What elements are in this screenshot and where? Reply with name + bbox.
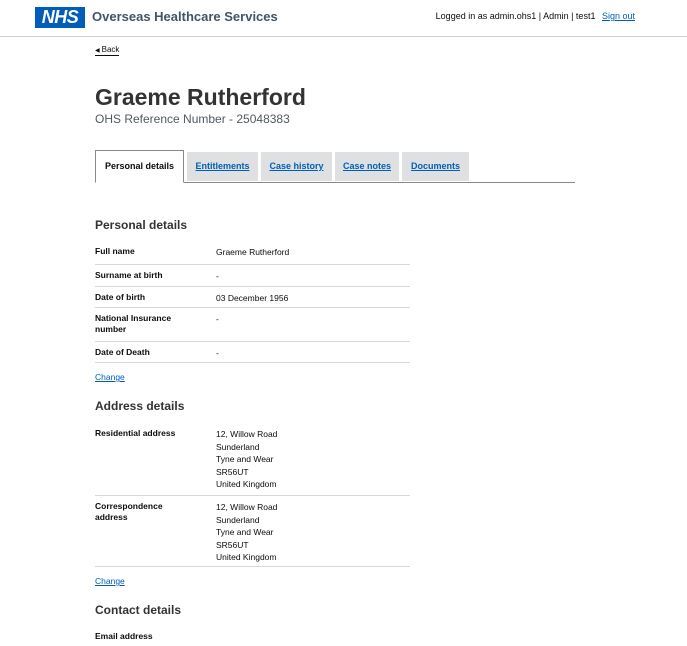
page-title: Graeme Rutherford [95,84,306,110]
row-key: Date of birth [95,292,146,302]
tab-link[interactable]: Documents [411,161,460,171]
row-value: 03 December 1956 [216,293,289,303]
personal-details-heading: Personal details [95,218,188,232]
summary-row-national-insurance: National Insurance number - [95,308,410,342]
contact-details-heading: Contact details [95,603,182,617]
back-link[interactable]: ◀ Back [95,45,120,56]
summary-row-correspondence-address: Correspondence address 12, Willow Road S… [95,496,410,567]
row-key: Correspondence address [95,501,163,522]
back-arrow-icon: ◀ [95,48,100,54]
tab-case-history[interactable]: Case history [261,152,332,181]
summary-row-email-address: Email address [95,626,410,646]
tab-bar: Personal details Entitlements Case histo… [95,150,575,183]
change-personal-details-link[interactable]: Change [95,372,125,382]
row-key: Residential address [95,428,176,438]
tab-case-notes[interactable]: Case notes [335,152,399,181]
row-value: - [216,348,219,358]
address-details-heading: Address details [95,399,185,413]
back-label: Back [101,45,120,54]
row-value: 12, Willow Road Sunderland Tyne and Wear… [216,502,278,563]
reference-number: OHS Reference Number - 25048383 [95,112,290,126]
summary-row-date-of-death: Date of Death - [95,342,410,363]
row-key: Email address [95,631,153,641]
summary-row-residential-address: Residential address 12, Willow Road Sund… [95,423,410,496]
tab-link[interactable]: Case notes [343,161,391,171]
user-info: Logged in as admin.ohs1 | Admin | test1 … [436,11,635,21]
tab-personal-details[interactable]: Personal details [95,150,184,183]
row-key: National Insurance number [95,313,172,334]
summary-row-full-name: Full name Graeme Rutherford [95,241,410,265]
service-name: Overseas Healthcare Services [92,9,278,24]
nhs-logo[interactable]: NHS [35,7,85,28]
row-key: Date of Death [95,347,150,357]
tab-link[interactable]: Case history [269,161,323,171]
row-key: Full name [95,246,135,256]
site-header: NHS Overseas Healthcare Services Logged … [0,0,687,37]
row-value: - [216,314,219,324]
row-key: Surname at birth [95,270,163,280]
tab-entitlements[interactable]: Entitlements [187,152,258,181]
tab-link[interactable]: Entitlements [195,161,249,171]
tab-documents[interactable]: Documents [402,152,469,181]
row-value: Graeme Rutherford [216,247,290,257]
summary-row-surname-at-birth: Surname at birth - [95,265,410,287]
change-address-details-link[interactable]: Change [95,576,125,586]
tab-label: Personal details [104,161,175,171]
row-value: 12, Willow Road Sunderland Tyne and Wear… [216,429,278,490]
row-value: - [216,271,219,281]
summary-row-date-of-birth: Date of birth 03 December 1956 [95,287,410,308]
sign-out-link[interactable]: Sign out [602,11,635,21]
logged-in-text: Logged in as admin.ohs1 | Admin | test1 [435,11,596,21]
